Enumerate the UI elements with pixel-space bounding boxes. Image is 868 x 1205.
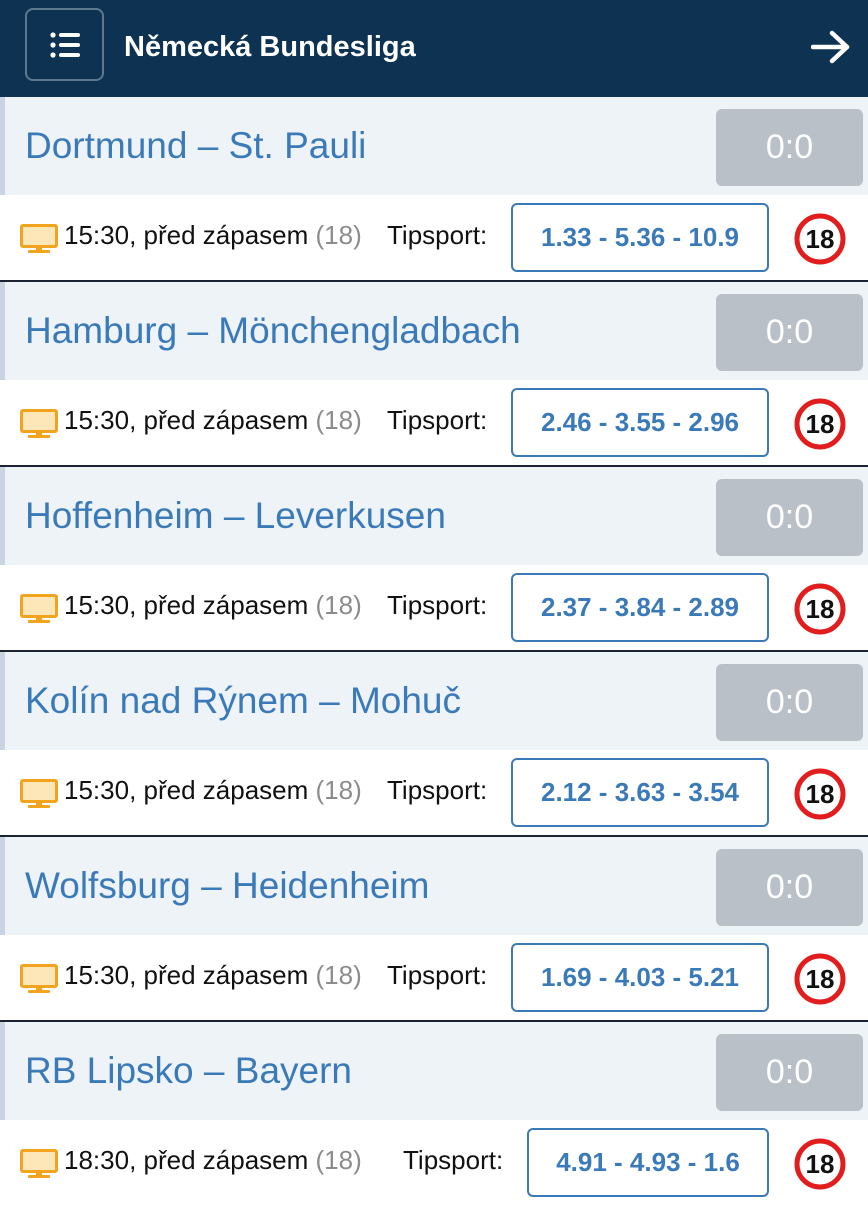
match-time: 15:30, před zápasem (18)	[64, 772, 362, 808]
comment-count: (18)	[315, 220, 362, 250]
comment-count: (18)	[315, 960, 362, 990]
match-header[interactable]: Hamburg – Mönchengladbach 0:0	[0, 282, 868, 380]
tv-icon	[20, 224, 58, 253]
kickoff-status: 15:30, před zápasem	[64, 405, 309, 435]
age-restriction-icon: 18	[794, 583, 846, 635]
age-restriction-icon: 18	[794, 953, 846, 1005]
age-restriction-label: 18	[806, 964, 835, 994]
comment-count: (18)	[315, 590, 362, 620]
forward-button[interactable]	[806, 24, 856, 70]
kickoff-status: 15:30, před zápasem	[64, 775, 309, 805]
menu-button[interactable]	[25, 8, 104, 81]
match-teams[interactable]: RB Lipsko – Bayern	[25, 1048, 352, 1094]
match-info: 15:30, před zápasem (18) Tipsport: 2.37 …	[0, 565, 868, 650]
match-info: 15:30, před zápasem (18) Tipsport: 1.69 …	[0, 935, 868, 1020]
score-box[interactable]: 0:0	[716, 1034, 863, 1111]
kickoff-status: 15:30, před zápasem	[64, 960, 309, 990]
kickoff-status: 18:30, před zápasem	[64, 1145, 309, 1175]
match-teams[interactable]: Hamburg – Mönchengladbach	[25, 308, 521, 354]
age-restriction-icon: 18	[794, 768, 846, 820]
match-time: 18:30, před zápasem (18)	[64, 1142, 362, 1178]
match-row[interactable]: Kolín nad Rýnem – Mohuč 0:0 15:30, před …	[0, 652, 868, 837]
comment-count: (18)	[315, 1145, 362, 1175]
match-info: 15:30, před zápasem (18) Tipsport: 2.46 …	[0, 380, 868, 465]
match-header[interactable]: Wolfsburg – Heidenheim 0:0	[0, 837, 868, 935]
match-header[interactable]: Dortmund – St. Pauli 0:0	[0, 97, 868, 195]
odds-button[interactable]: 2.37 - 3.84 - 2.89	[511, 573, 769, 642]
score-box[interactable]: 0:0	[716, 664, 863, 741]
comment-count: (18)	[315, 405, 362, 435]
age-restriction-label: 18	[806, 409, 835, 439]
match-time: 15:30, před zápasem (18)	[64, 217, 362, 253]
odds-button[interactable]: 1.69 - 4.03 - 5.21	[511, 943, 769, 1012]
odds-button[interactable]: 2.46 - 3.55 - 2.96	[511, 388, 769, 457]
tv-icon	[20, 779, 58, 808]
match-header[interactable]: RB Lipsko – Bayern 0:0	[0, 1022, 868, 1120]
tv-icon	[20, 1149, 58, 1178]
age-restriction-label: 18	[806, 594, 835, 624]
match-teams[interactable]: Wolfsburg – Heidenheim	[25, 863, 429, 909]
match-row[interactable]: Hamburg – Mönchengladbach 0:0 15:30, pře…	[0, 282, 868, 467]
match-info: 15:30, před zápasem (18) Tipsport: 1.33 …	[0, 195, 868, 280]
odds-button[interactable]: 4.91 - 4.93 - 1.6	[527, 1128, 769, 1197]
age-restriction-icon: 18	[794, 398, 846, 450]
bookmaker-label: Tipsport:	[387, 405, 488, 435]
age-restriction-icon: 18	[794, 1138, 846, 1190]
bookmaker-label: Tipsport:	[387, 590, 488, 620]
tv-icon	[20, 409, 58, 438]
top-app-bar: Německá Bundesliga	[0, 0, 868, 97]
match-row[interactable]: Wolfsburg – Heidenheim 0:0 15:30, před z…	[0, 837, 868, 1022]
match-list: Dortmund – St. Pauli 0:0 15:30, před záp…	[0, 97, 868, 1205]
match-teams[interactable]: Kolín nad Rýnem – Mohuč	[25, 678, 461, 724]
match-header[interactable]: Hoffenheim – Leverkusen 0:0	[0, 467, 868, 565]
age-restriction-label: 18	[806, 779, 835, 809]
match-header[interactable]: Kolín nad Rýnem – Mohuč 0:0	[0, 652, 868, 750]
odds-button[interactable]: 1.33 - 5.36 - 10.9	[511, 203, 769, 272]
list-icon	[49, 31, 80, 58]
match-time: 15:30, před zápasem (18)	[64, 957, 362, 993]
bookmaker-label: Tipsport:	[387, 220, 488, 250]
match-teams[interactable]: Hoffenheim – Leverkusen	[25, 493, 446, 539]
match-teams[interactable]: Dortmund – St. Pauli	[25, 123, 366, 169]
page-title: Německá Bundesliga	[124, 31, 416, 63]
bookmaker-label: Tipsport:	[387, 775, 488, 805]
tv-icon	[20, 964, 58, 993]
kickoff-status: 15:30, před zápasem	[64, 590, 309, 620]
score-box[interactable]: 0:0	[716, 294, 863, 371]
comment-count: (18)	[315, 775, 362, 805]
match-row[interactable]: Dortmund – St. Pauli 0:0 15:30, před záp…	[0, 97, 868, 282]
score-box[interactable]: 0:0	[716, 109, 863, 186]
score-box[interactable]: 0:0	[716, 849, 863, 926]
age-restriction-label: 18	[806, 1149, 835, 1179]
match-time: 15:30, před zápasem (18)	[64, 402, 362, 438]
kickoff-status: 15:30, před zápasem	[64, 220, 309, 250]
score-box[interactable]: 0:0	[716, 479, 863, 556]
bookmaker-label: Tipsport:	[403, 1145, 504, 1175]
match-info: 18:30, před zápasem (18) Tipsport: 4.91 …	[0, 1120, 868, 1205]
match-row[interactable]: Hoffenheim – Leverkusen 0:0 15:30, před …	[0, 467, 868, 652]
arrow-right-icon	[811, 30, 850, 64]
tv-icon	[20, 594, 58, 623]
bookmaker-label: Tipsport:	[387, 960, 488, 990]
age-restriction-icon: 18	[794, 213, 846, 265]
age-restriction-label: 18	[806, 224, 835, 254]
odds-button[interactable]: 2.12 - 3.63 - 3.54	[511, 758, 769, 827]
match-row[interactable]: RB Lipsko – Bayern 0:0 18:30, před zápas…	[0, 1022, 868, 1205]
match-info: 15:30, před zápasem (18) Tipsport: 2.12 …	[0, 750, 868, 835]
match-time: 15:30, před zápasem (18)	[64, 587, 362, 623]
